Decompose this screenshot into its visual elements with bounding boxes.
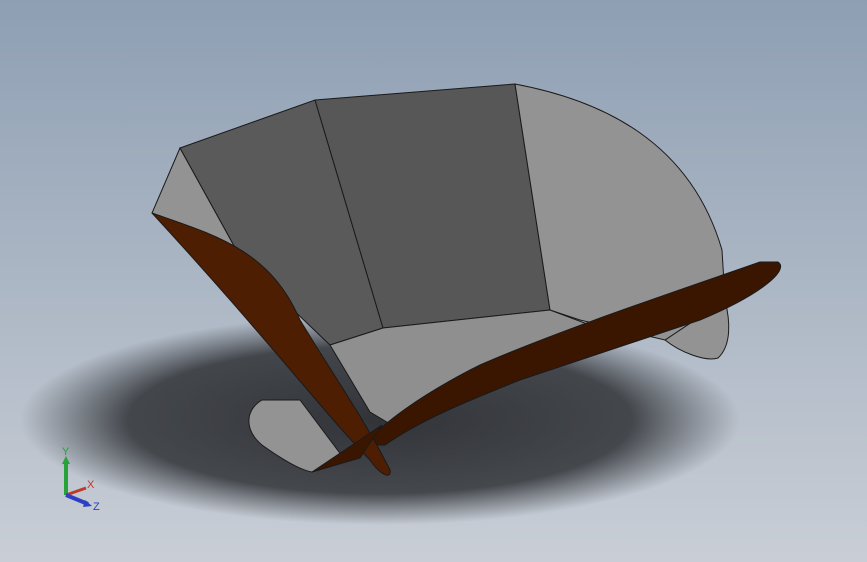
- graphics-viewport[interactable]: Y X Z: [0, 0, 867, 562]
- axis-triad: Y X Z: [62, 446, 100, 513]
- y-axis-label: Y: [62, 446, 70, 458]
- x-axis-label: X: [87, 479, 95, 491]
- z-axis-label: Z: [93, 501, 100, 513]
- model-view[interactable]: [0, 0, 867, 562]
- x-axis-line: [65, 486, 87, 497]
